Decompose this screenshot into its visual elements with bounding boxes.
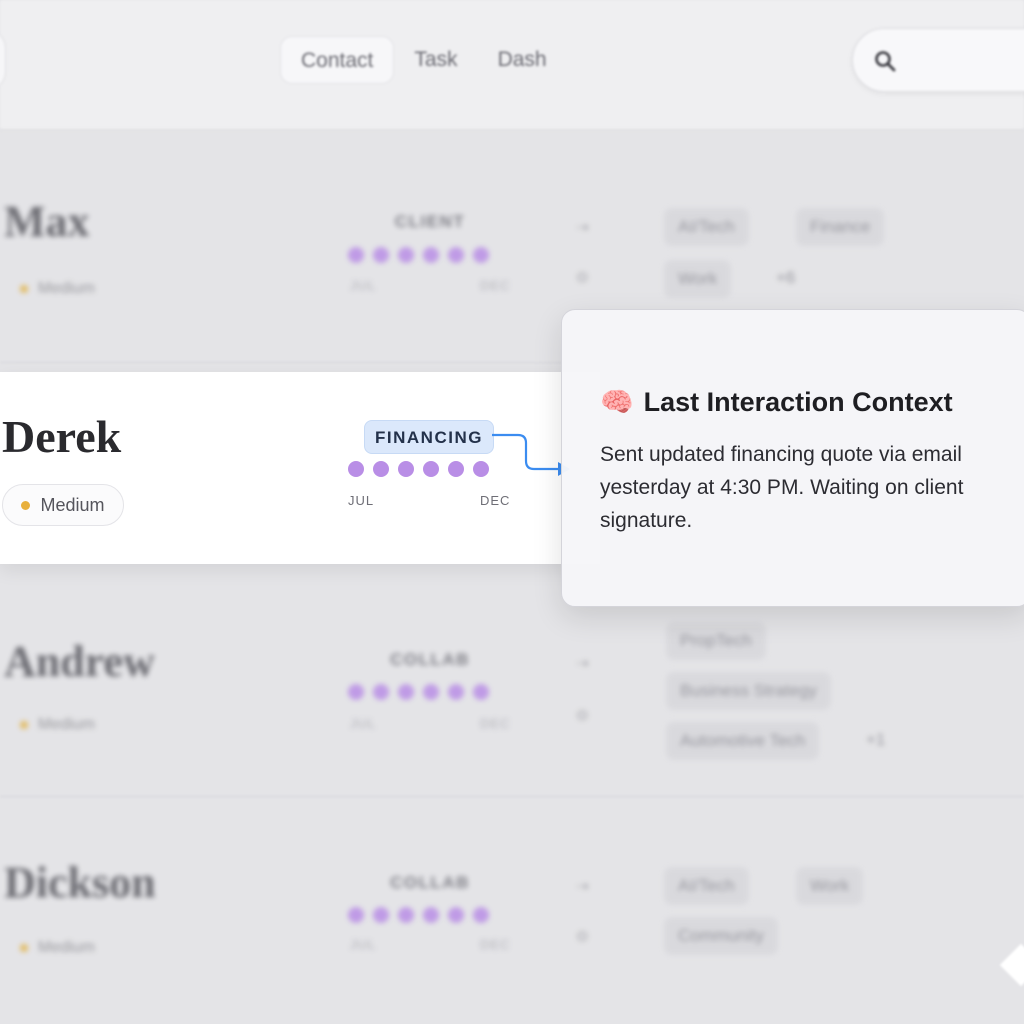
stage-label[interactable]: FINANCING <box>364 420 494 454</box>
priority-badge: Medium <box>20 716 95 734</box>
tag-chip[interactable]: Work <box>796 867 864 905</box>
priority-label: Medium <box>40 494 105 515</box>
activity-icon: ⇢ <box>576 655 589 672</box>
priority-badge: Medium <box>2 484 124 526</box>
more-tags-count[interactable]: +1 <box>866 730 885 750</box>
contact-name: Max <box>4 197 90 246</box>
tag-chip[interactable]: Community <box>664 917 778 955</box>
activity-icon: ⇢ <box>576 219 589 236</box>
brain-icon: 🧠 <box>600 387 634 417</box>
range-start: JUL <box>350 278 377 293</box>
popover-title: 🧠 Last Interaction Context <box>600 386 953 418</box>
priority-label: Medium <box>38 939 95 956</box>
contact-name: Dickson <box>4 858 156 907</box>
popover-body: Sent updated financing quote via email y… <box>600 443 964 532</box>
timeline-dots <box>348 907 489 923</box>
range-end: DEC <box>480 716 511 731</box>
stage-label: COLLAB <box>390 873 470 892</box>
tag-chip[interactable]: AI/Tech <box>664 208 749 246</box>
stage-label: CLIENT <box>394 212 466 231</box>
contact-name: Andrew <box>4 637 155 686</box>
range-end: DEC <box>480 278 511 293</box>
activity-icon: ⇢ <box>576 878 589 895</box>
priority-dot <box>20 285 28 293</box>
tag-chip[interactable]: Automotive Tech <box>666 722 820 760</box>
stage-label: COLLAB <box>390 650 470 669</box>
priority-label: Medium <box>38 280 95 297</box>
priority-dot <box>20 721 28 729</box>
priority-badge: Medium <box>20 280 95 298</box>
priority-badge: Medium <box>20 939 95 957</box>
priority-label: Medium <box>38 716 95 733</box>
context-icon: ⊙ <box>576 269 589 286</box>
contact-name: Derek <box>2 411 122 462</box>
tag-chip[interactable]: AI/Tech <box>664 867 749 905</box>
timeline-dots <box>348 461 489 477</box>
priority-dot <box>20 944 28 952</box>
tag-chip[interactable]: Business Strategy <box>666 672 832 710</box>
tag-chip[interactable]: PropTech <box>666 622 766 660</box>
range-start: JUL <box>348 493 375 508</box>
timeline-dots <box>348 247 489 263</box>
popover-title-text: Last Interaction Context <box>643 386 953 417</box>
priority-dot <box>21 500 31 510</box>
context-icon: ⊙ <box>576 707 589 724</box>
contact-row-dickson[interactable]: Dickson Medium COLLAB JUL DEC ⇢ ⊙ AI/Tec… <box>0 797 1024 1024</box>
more-tags-count[interactable]: +6 <box>776 268 795 288</box>
tag-chip[interactable]: Work <box>664 260 732 298</box>
tag-chip[interactable]: Finance <box>796 208 885 246</box>
range-start: JUL <box>350 716 377 731</box>
timeline-dots <box>348 684 489 700</box>
last-interaction-popover: 🧠 Last Interaction Context Sent updated … <box>561 309 1024 607</box>
context-icon: ⊙ <box>576 928 589 945</box>
range-end: DEC <box>480 937 511 952</box>
range-end: DEC <box>480 493 511 508</box>
range-start: JUL <box>350 937 377 952</box>
